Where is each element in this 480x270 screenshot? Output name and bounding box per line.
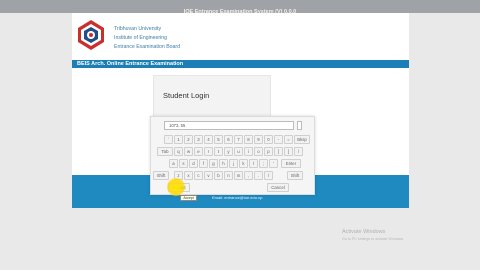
key[interactable]: /: [264, 171, 273, 180]
key[interactable]: \: [294, 147, 303, 156]
key[interactable]: f: [199, 159, 208, 168]
key[interactable]: 1: [174, 135, 183, 144]
login-title: Student Login: [163, 91, 210, 100]
accept-tooltip: Accept: [180, 195, 197, 201]
window-titlebar: IOE Entrance Examination System (V) 0.0.…: [0, 0, 480, 15]
key[interactable]: c: [194, 171, 203, 180]
key[interactable]: d: [189, 159, 198, 168]
key[interactable]: =: [284, 135, 293, 144]
key[interactable]: 7: [234, 135, 243, 144]
key[interactable]: y: [224, 147, 233, 156]
key[interactable]: m: [234, 171, 243, 180]
key[interactable]: 2: [184, 135, 193, 144]
activation-watermark: Activate Windows Go to PC settings to ac…: [342, 229, 404, 241]
key[interactable]: 4: [204, 135, 213, 144]
key[interactable]: r: [204, 147, 213, 156]
key[interactable]: n: [224, 171, 233, 180]
section-header-bar: BEIS Arch. Online Entrance Examination: [72, 60, 409, 68]
key[interactable]: w: [184, 147, 193, 156]
key[interactable]: v: [204, 171, 213, 180]
organization-name: Tribhuvan University Institute of Engine…: [114, 25, 180, 52]
backspace-key[interactable]: Bksp: [294, 135, 310, 144]
key[interactable]: ': [269, 159, 278, 168]
key[interactable]: x: [184, 171, 193, 180]
key[interactable]: i: [244, 147, 253, 156]
keyboard-row-home: a s d f g h j k l ; ' Enter: [151, 159, 316, 168]
shift-key-right[interactable]: Shift: [287, 171, 303, 180]
org-line: Entrance Examination Board: [114, 44, 181, 50]
section-title: BEIS Arch. Online Entrance Examination: [77, 61, 184, 67]
key[interactable]: ,: [244, 171, 253, 180]
key[interactable]: g: [209, 159, 218, 168]
key[interactable]: o: [254, 147, 263, 156]
key[interactable]: l: [249, 159, 258, 168]
org-line: Tribhuvan University: [114, 26, 162, 32]
cursor-highlight: [167, 178, 185, 196]
enter-key[interactable]: Enter: [281, 159, 301, 168]
watermark-subtitle: Go to PC settings to activate Windows.: [342, 237, 405, 241]
key[interactable]: q: [174, 147, 183, 156]
key[interactable]: `: [164, 135, 173, 144]
login-panel: Student Login: [153, 75, 271, 119]
key[interactable]: e: [194, 147, 203, 156]
key[interactable]: s: [179, 159, 188, 168]
university-logo-icon: [78, 20, 104, 50]
key[interactable]: [: [274, 147, 283, 156]
key[interactable]: 9: [254, 135, 263, 144]
keyboard-row-numbers: ` 1 2 3 4 5 6 7 8 9 0 - = Bksp: [151, 135, 316, 144]
key[interactable]: ]: [284, 147, 293, 156]
cancel-button[interactable]: Cancel: [267, 183, 289, 192]
footer-email: Email: entrance@ioe.edu.np: [212, 195, 263, 200]
org-line: Institute of Engineering: [114, 35, 168, 41]
watermark-title: Activate Windows: [342, 229, 386, 235]
keyboard-input-field[interactable]: 1073, 55: [164, 121, 294, 130]
key[interactable]: -: [274, 135, 283, 144]
key[interactable]: t: [214, 147, 223, 156]
key[interactable]: ;: [259, 159, 268, 168]
key[interactable]: u: [234, 147, 243, 156]
key[interactable]: 3: [194, 135, 203, 144]
key[interactable]: 0: [264, 135, 273, 144]
key[interactable]: a: [169, 159, 178, 168]
keyboard-row-qwerty: Tab q w e r t y u i o p [ ] \: [151, 147, 316, 156]
key[interactable]: h: [219, 159, 228, 168]
key[interactable]: p: [264, 147, 273, 156]
keyboard-input-clear[interactable]: [297, 121, 302, 130]
key[interactable]: b: [214, 171, 223, 180]
key[interactable]: j: [229, 159, 238, 168]
key[interactable]: 8: [244, 135, 253, 144]
tab-key[interactable]: Tab: [157, 147, 173, 156]
key[interactable]: .: [254, 171, 263, 180]
key[interactable]: 6: [224, 135, 233, 144]
key[interactable]: k: [239, 159, 248, 168]
shift-key-left[interactable]: Shift: [153, 171, 169, 180]
key[interactable]: 5: [214, 135, 223, 144]
